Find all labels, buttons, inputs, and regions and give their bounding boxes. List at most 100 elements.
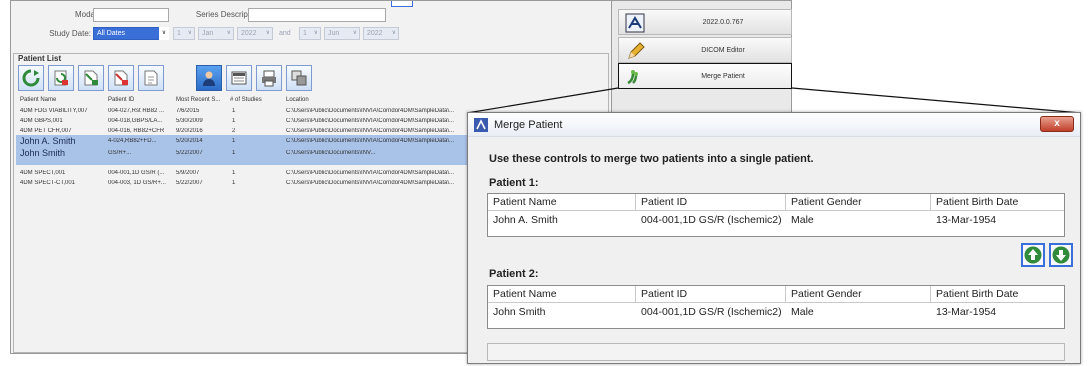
study-date-select[interactable]: All Dates ∨ [93,27,169,40]
refresh-button[interactable] [18,65,44,91]
patient-row-studies[interactable]: 1 [232,170,272,176]
dialog-title: Merge Patient [494,119,563,131]
patient-row-studies[interactable]: 1 [232,108,272,114]
document-button[interactable] [138,65,164,91]
refresh-document-icon [54,70,68,86]
patient-row-date[interactable]: 5/22/2007 [176,180,226,186]
col-patient-id[interactable]: Patient ID [636,194,786,211]
patient-row-name[interactable]: 4DM PET CFR,007 [20,128,104,134]
delete-button[interactable] [108,65,134,91]
layout-button[interactable] [286,65,312,91]
patient-row-name[interactable]: John A. Smith [20,136,104,146]
patient-row-studies[interactable]: 2 [232,128,272,134]
patient-row-studies[interactable]: 1 [232,180,272,186]
merge-patient-button[interactable]: Merge Patient [618,63,792,89]
column-header-location[interactable]: Location [286,97,309,103]
column-header-id[interactable]: Patient ID [108,97,134,103]
chevron-down-icon: ∨ [226,30,231,36]
col-patient-birth-date[interactable]: Patient Birth Date [931,194,1064,211]
from-day-value: 1 [177,30,181,37]
column-header-name[interactable]: Patient Name [20,97,56,103]
patient-row-studies[interactable]: 1 [232,118,272,124]
patient-2-label: Patient 2: [489,268,539,280]
refresh-selected-button[interactable] [48,65,74,91]
version-button[interactable]: 2022.0.0.767 [618,9,792,35]
patient-row-name[interactable]: 4DM GBPS,001 [20,118,104,124]
col-patient-gender[interactable]: Patient Gender [786,286,931,303]
patient-1-gender: Male [791,214,814,226]
patient-row-id[interactable]: 004-018,GBPS/LA... [108,118,172,124]
patient-row-date[interactable]: 5/30/2009 [176,118,226,124]
column-header-recent[interactable]: Most Recent S... [176,97,220,103]
dicom-editor-button[interactable]: DICOM Editor [618,37,792,63]
arrow-down-icon [1052,246,1070,264]
chevron-down-icon: ∨ [159,27,169,40]
move-up-button[interactable] [1021,243,1045,267]
study-date-value: All Dates [97,30,126,37]
from-year-value: 2022 [241,30,257,37]
chevron-down-icon: ∨ [352,30,357,36]
patient-1-birth-date: 13-Mar-1954 [936,214,997,226]
close-button[interactable]: x [1040,116,1074,132]
chevron-down-icon: ∨ [265,30,270,36]
col-patient-gender[interactable]: Patient Gender [786,194,931,211]
patient-row-studies[interactable]: 1 [232,138,272,144]
patient-row-id[interactable]: GS/R+... [108,150,172,156]
to-month-select[interactable]: Jun ∨ [324,27,360,40]
patient-row-id[interactable]: 004-016, RB82+CFR [108,128,172,134]
patient-row-date[interactable]: 5/20/2014 [176,138,226,144]
modality-input[interactable] [93,8,169,22]
merge-patient-label: Merge Patient [701,73,745,80]
column-header-studies[interactable]: # of Studies [230,97,262,103]
import-button[interactable] [78,65,104,91]
person-icon [203,71,215,86]
patient-row-id[interactable]: 004-003, 1D GS/R+... [108,180,172,186]
version-label: 2022.0.0.767 [702,19,744,26]
col-patient-name[interactable]: Patient Name [488,286,636,303]
arrow-up-icon [1024,246,1042,264]
print-icon [262,70,276,87]
patient-row-name[interactable]: 4DM SPECT,001 [20,170,104,176]
merge-patient-dialog: Merge Patient x Use these controls to me… [467,112,1081,364]
series-description-input[interactable] [248,8,386,22]
to-month-value: Jun [328,30,340,37]
patient-row-name[interactable]: John Smith [20,148,104,158]
patient-2-gender: Male [791,306,814,318]
patient-row-date[interactable]: 5/22/2007 [176,150,226,156]
patient-row-name[interactable]: 4DM FDG VIABILITY,007 [20,108,104,114]
patient-row-id[interactable]: 004-027,Rst RB82 ... [108,108,172,114]
patient-row-date[interactable]: 7/6/2015 [176,108,226,114]
to-year-value: 2022 [367,30,383,37]
print-button[interactable] [256,65,282,91]
tools-panel: 2022.0.0.767 DICOM Editor Merge Patient [612,0,792,120]
patient-2-birth-date: 13-Mar-1954 [936,306,997,318]
patient-2-table[interactable]: Patient Name Patient ID Patient Gender P… [487,285,1065,329]
patient-1-table[interactable]: Patient Name Patient ID Patient Gender P… [487,193,1065,237]
patient-1-id: 004-001,1D GS/R (Ischemic2) [641,214,782,226]
patient-button[interactable] [196,65,222,91]
patient-row-name[interactable]: 4DM SPECT-CT,001 [20,180,104,186]
chevron-down-icon: ∨ [391,30,396,36]
to-day-value: 1 [303,30,307,37]
patient-row-studies[interactable]: 1 [232,150,272,156]
from-year-select[interactable]: 2022 ∨ [237,27,273,40]
col-patient-name[interactable]: Patient Name [488,194,636,211]
col-patient-id[interactable]: Patient ID [636,286,786,303]
col-patient-birth-date[interactable]: Patient Birth Date [931,286,1064,303]
to-year-select[interactable]: 2022 ∨ [363,27,399,40]
dialog-titlebar[interactable]: Merge Patient x [468,113,1080,137]
patient-row-date[interactable]: 5/9/2007 [176,170,226,176]
report-button[interactable] [226,65,252,91]
import-icon [84,70,98,86]
from-month-select[interactable]: Jan ∨ [198,27,234,40]
search-button-edge[interactable] [391,1,413,7]
move-down-button[interactable] [1049,243,1073,267]
patient-row-date[interactable]: 9/20/2016 [176,128,226,134]
instructions-text: Use these controls to merge two patients… [489,153,814,165]
layout-icon [291,70,307,86]
patient-row-id[interactable]: 004-001,1D GS/R (... [108,170,172,176]
chevron-down-icon: ∨ [187,30,192,36]
from-day-select[interactable]: 1 ∨ [173,27,195,40]
patient-row-id[interactable]: 4-024,RB82+FD... [108,138,172,144]
to-day-select[interactable]: 1 ∨ [299,27,321,40]
